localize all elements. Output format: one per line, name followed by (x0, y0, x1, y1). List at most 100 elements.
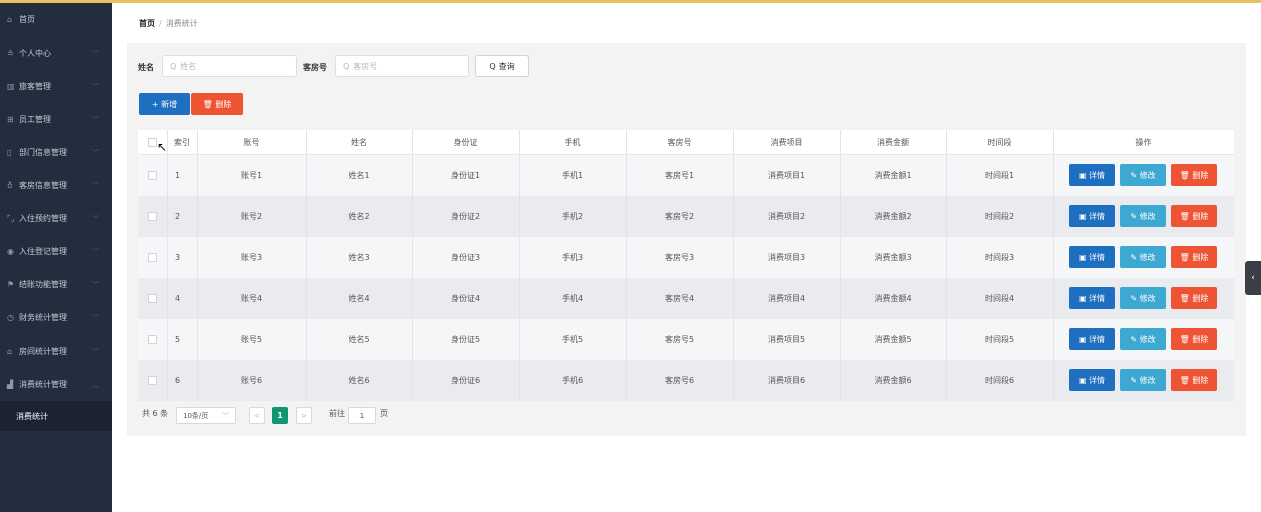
table-cell: 姓名1 (348, 171, 370, 180)
detail-button[interactable]: ▣ 详情 (1069, 246, 1115, 268)
content-panel: 姓名 Q 姓名 客房号 Q 客房号 Q 查询 + 新增 🗑 删除 ↖ 索引 账号 姓名… (127, 43, 1246, 436)
column-divider (1053, 360, 1054, 401)
sidebar-subitem-consumption-stats[interactable]: 消费统计 (0, 401, 112, 431)
sidebar-item-label: 结账功能管理 (19, 280, 67, 289)
table-cell: 消费项目5 (767, 335, 806, 344)
add-button[interactable]: + 新增 (139, 93, 190, 115)
row-checkbox[interactable] (148, 171, 157, 180)
sidebar-item-11[interactable]: ⌂ 房间统计管理 ﹀ (0, 335, 112, 368)
edit-button[interactable]: ✎ 修改 (1120, 205, 1166, 227)
page-size-value: 10条/页 (183, 411, 209, 420)
edit-button[interactable]: ✎ 修改 (1120, 287, 1166, 309)
table-cell: 账号1 (240, 171, 263, 180)
table-cell: 姓名6 (348, 376, 370, 385)
row-checkbox[interactable] (148, 212, 157, 221)
row-delete-button[interactable]: 🗑 删除 (1171, 287, 1217, 309)
sidebar-item-10[interactable]: ◷ 财务统计管理 ﹀ (0, 301, 112, 334)
sidebar-item-8[interactable]: ◉ 入住登记管理 ﹀ (0, 235, 112, 268)
chevron-icon: ﹀ (92, 82, 99, 91)
table-cell: 消费项目6 (767, 376, 806, 385)
sidebar-item-9[interactable]: ⚑ 结账功能管理 ﹀ (0, 268, 112, 301)
table-cell: 身份证2 (450, 212, 481, 221)
table-cell: 账号4 (240, 294, 263, 303)
row-checkbox[interactable] (148, 376, 157, 385)
sidebar-item-label: 财务统计管理 (19, 313, 67, 322)
table-cell: 客房号4 (664, 294, 695, 303)
sidebar-item-label: 旅客管理 (19, 82, 51, 91)
search-icon: Q (343, 61, 350, 71)
sidebar-item-4[interactable]: ⊞ 员工管理 ﹀ (0, 103, 112, 136)
chevron-left-icon: ‹ (1251, 273, 1255, 283)
row-checkbox[interactable] (148, 294, 157, 303)
sidebar-item-5[interactable]: ▯ 部门信息管理 ﹀ (0, 136, 112, 169)
table-cell: 消费项目2 (767, 212, 806, 221)
sidebar-item-6[interactable]: ♁ 客房信息管理 ﹀ (0, 169, 112, 202)
row-checkbox[interactable] (148, 253, 157, 262)
sidebar-item-1[interactable]: ⌂ 首页 (0, 3, 112, 36)
room-search-input[interactable]: Q 客房号 (335, 55, 469, 77)
user-icon: ≗ (7, 49, 14, 58)
sidebar-item-label: 消费统计管理 (19, 380, 67, 389)
table-cell: 身份证5 (450, 335, 481, 344)
edit-button[interactable]: ✎ 修改 (1120, 164, 1166, 186)
delete-button[interactable]: 🗑 删除 (191, 93, 243, 115)
room-label: 客房号 (303, 63, 327, 72)
row-select-cell (138, 196, 167, 237)
sidebar: ⌂ 首页 ≗ 个人中心 ﹀ ▥ 旅客管理 ﹀ ⊞ 员工管理 ﹀ ▯ 部门信息管理 ﹀ ♁ 客房信息管理 ﹀ ⌜⌟ 入… (0, 3, 112, 512)
query-button[interactable]: Q 查询 (475, 55, 529, 77)
column-divider (1053, 155, 1054, 196)
sidebar-item-12[interactable]: ▟ 消费统计管理 ︿ (0, 368, 112, 401)
mouse-cursor-icon: ↖ (157, 140, 168, 154)
chevron-icon: ︿ (92, 380, 99, 389)
column-header: 身份证 (453, 137, 478, 147)
edit-button[interactable]: ✎ 修改 (1120, 369, 1166, 391)
collapse-tab[interactable]: ‹ (1245, 261, 1261, 295)
select-all-checkbox[interactable] (148, 137, 157, 147)
grid-icon: ⊞ (7, 115, 14, 124)
prev-page-button[interactable]: < (249, 407, 265, 424)
detail-button[interactable]: ▣ 详情 (1069, 205, 1115, 227)
breadcrumb-home[interactable]: 首页 (139, 19, 155, 28)
row-delete-button[interactable]: 🗑 删除 (1171, 205, 1217, 227)
sidebar-item-3[interactable]: ▥ 旅客管理 ﹀ (0, 70, 112, 103)
table-cell: 身份证1 (450, 171, 481, 180)
edit-button[interactable]: ✎ 修改 (1120, 246, 1166, 268)
row-checkbox[interactable] (148, 335, 157, 344)
table-cell: 时间段6 (984, 376, 1015, 385)
table-cell: 姓名3 (348, 253, 370, 262)
chevron-icon: ﹀ (92, 214, 99, 223)
table-cell: 手机2 (561, 212, 584, 221)
row-delete-button[interactable]: 🗑 删除 (1171, 369, 1217, 391)
chevron-icon: ﹀ (92, 280, 99, 289)
name-search-input[interactable]: Q 姓名 (162, 55, 297, 77)
search-icon: Q (170, 61, 177, 71)
table-cell: 账号6 (240, 376, 263, 385)
table-row: 5 账号5 姓名5 身份证5 手机5 客房号5 消费项目5 消费金额5 时间段5 ▣ 详情 ✎ 修改… (138, 319, 1234, 360)
detail-button[interactable]: ▣ 详情 (1069, 287, 1115, 309)
column-header: 时间段 (987, 137, 1012, 147)
page-size-select[interactable]: 10条/页 ﹀ (176, 407, 236, 424)
sidebar-item-2[interactable]: ≗ 个人中心 ﹀ (0, 37, 112, 70)
table-row: 2 账号2 姓名2 身份证2 手机2 客房号2 消费项目2 消费金额2 时间段2 ▣ 详情 ✎ 修改… (138, 196, 1234, 237)
chevron-icon: ﹀ (92, 49, 99, 58)
page-unit-label: 页 (380, 409, 388, 418)
location-icon: ◉ (7, 247, 14, 256)
detail-button[interactable]: ▣ 详情 (1069, 369, 1115, 391)
next-page-button[interactable]: > (296, 407, 312, 424)
goto-label: 前往 (329, 409, 345, 418)
table-row: 6 账号6 姓名6 身份证6 手机6 客房号6 消费项目6 消费金额6 时间段6 ▣ 详情 ✎ 修改… (138, 360, 1234, 401)
column-header: 账号 (243, 137, 260, 147)
chart-icon: ▟ (7, 380, 14, 389)
goto-page-input[interactable]: 1 (348, 407, 376, 424)
table-cell: 手机5 (561, 335, 584, 344)
detail-button[interactable]: ▣ 详情 (1069, 328, 1115, 350)
row-delete-button[interactable]: 🗑 删除 (1171, 164, 1217, 186)
row-delete-button[interactable]: 🗑 删除 (1171, 246, 1217, 268)
sidebar-item-7[interactable]: ⌜⌟ 入住预约管理 ﹀ (0, 202, 112, 235)
detail-button[interactable]: ▣ 详情 (1069, 164, 1115, 186)
table-cell: 手机4 (561, 294, 584, 303)
edit-button[interactable]: ✎ 修改 (1120, 328, 1166, 350)
row-delete-button[interactable]: 🗑 删除 (1171, 328, 1217, 350)
table-row: 4 账号4 姓名4 身份证4 手机4 客房号4 消费项目4 消费金额4 时间段4 ▣ 详情 ✎ 修改… (138, 278, 1234, 319)
current-page-button[interactable]: 1 (272, 407, 288, 424)
